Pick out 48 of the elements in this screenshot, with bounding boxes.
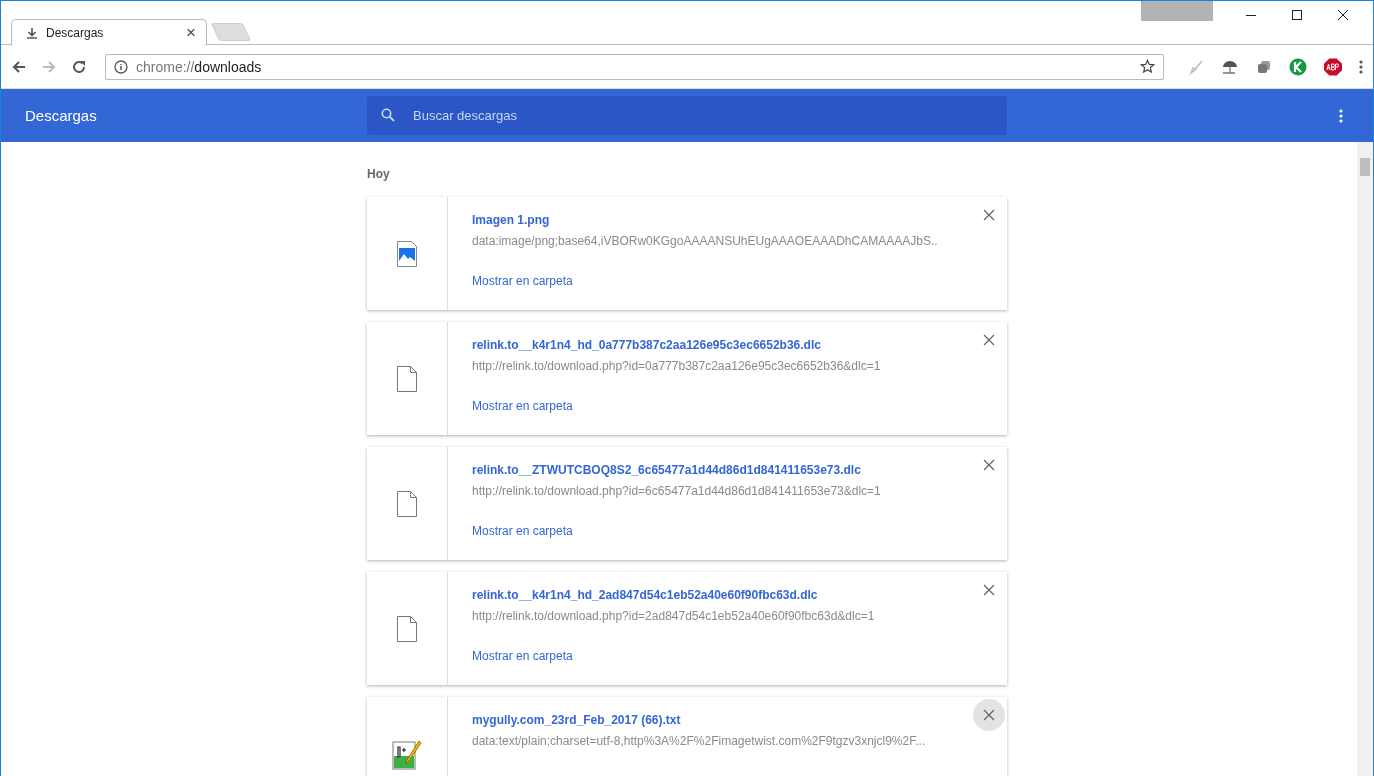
file-name-link[interactable]: relink.to__ZTWUTCBOQ8S2_6c65477a1d44d86d1d841411653e73.dlc (472, 463, 1007, 477)
browser-tab[interactable]: Descargas × (11, 19, 207, 46)
source-url: http://relink.to/download.php?id=6c65477a1d44d86d1d841411653e73&dlc=1 (472, 484, 882, 498)
menu-icon[interactable] (1339, 108, 1343, 123)
info-icon (114, 59, 128, 74)
search-field[interactable]: Buscar descargas (367, 96, 1007, 135)
profile-block (1141, 1, 1213, 21)
show-in-folder-link[interactable]: Mostrar en carpeta (472, 649, 1007, 663)
file-icon (397, 615, 417, 642)
tab-title: Descargas (46, 25, 105, 40)
close-icon (983, 459, 995, 471)
menu-icon[interactable] (1359, 59, 1363, 74)
close-icon (983, 334, 995, 346)
close-icon (983, 209, 995, 221)
address-bar[interactable]: chrome://downloads (105, 53, 1164, 80)
show-in-folder-link[interactable]: Mostrar en carpeta (472, 274, 1007, 288)
source-url: data:image/png;base64,iVBORw0KGgoAAAANSUhEUgAAAOEAAADhCAMAAAAJbS.. (472, 234, 939, 248)
reload-icon[interactable] (71, 58, 87, 75)
source-url: data:text/plain;charset=utf-8,http%3A%2F%2Fimagetwist.com%2F9tgzv3xnjcl9%2F... (472, 734, 927, 748)
star-icon[interactable] (1140, 59, 1155, 74)
show-in-folder-link[interactable]: Mostrar en carpeta (472, 399, 1007, 413)
close-icon (983, 709, 995, 721)
tab-close-button[interactable]: × (186, 24, 196, 41)
file-name-link[interactable]: relink.to__k4r1n4_hd_0a777b387c2aa126e95c3ec6652b36.dlc (472, 338, 1007, 352)
source-url: http://relink.to/download.php?id=0a777b387c2aa126e95c3ec6652b36&dlc=1 (472, 359, 882, 373)
file-icon (397, 365, 417, 392)
page-title: Descargas (24, 107, 98, 124)
section-heading: Hoy (367, 166, 391, 183)
close-icon[interactable] (1337, 9, 1349, 21)
scrollbar[interactable] (1357, 142, 1373, 776)
file-name-link[interactable]: mygully.com_23rd_Feb_2017 (66).txt (472, 713, 1007, 727)
file-name-link[interactable]: Imagen 1.png (472, 213, 1007, 227)
stacked-squares-icon[interactable] (1256, 58, 1272, 75)
close-icon (983, 584, 995, 596)
back-arrow-icon[interactable] (11, 58, 27, 75)
file-icon (397, 490, 417, 517)
image-file-icon (397, 240, 417, 267)
download-icon (26, 26, 38, 39)
maximize-icon[interactable] (1291, 9, 1303, 21)
umbrella-icon[interactable] (1221, 58, 1239, 75)
source-url: http://relink.to/download.php?id=2ad847d54c1eb52a40e60f90fbc63d&dlc=1 (472, 609, 876, 623)
scrollbar-thumb[interactable] (1360, 158, 1370, 176)
k-logo-icon[interactable] (1289, 57, 1307, 76)
abp-icon[interactable] (1324, 57, 1342, 76)
address-text: chrome://downloads (136, 58, 263, 75)
show-in-folder-link[interactable]: Mostrar en carpeta (472, 524, 1007, 538)
file-name-link[interactable]: relink.to__k4r1n4_hd_2ad847d54c1eb52a40e60f90fbc63d.dlc (472, 588, 1007, 602)
remove-button[interactable] (973, 699, 1005, 731)
